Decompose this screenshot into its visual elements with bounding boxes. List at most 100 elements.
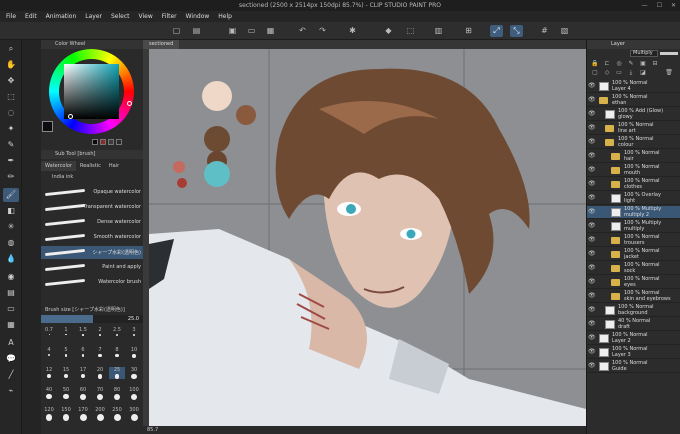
hide-selection-icon[interactable]: ▥ xyxy=(432,25,445,37)
brush-size-preset[interactable]: 100 xyxy=(126,387,142,401)
new-raster-icon[interactable]: ▢ xyxy=(591,69,599,76)
brush-size-preset[interactable]: 8 xyxy=(109,347,125,359)
brush-size-preset[interactable]: 12 xyxy=(41,367,57,379)
reference-icon[interactable]: ◎ xyxy=(615,60,623,67)
wand-icon[interactable]: ✦ xyxy=(3,122,19,136)
brush-size-preset[interactable]: 70 xyxy=(92,387,108,400)
close-icon[interactable]: ✕ xyxy=(671,0,676,11)
brush-item[interactable]: Opaque watercolor xyxy=(41,186,143,199)
visibility-eye-icon[interactable]: 👁 xyxy=(588,363,596,369)
brush-size-preset[interactable]: 10 xyxy=(126,347,142,359)
brush-size-preset[interactable]: 2 xyxy=(92,327,108,339)
grid-snap-icon[interactable]: # xyxy=(538,25,551,37)
maximize-icon[interactable]: ☐ xyxy=(657,0,662,11)
brush-size-preset[interactable]: 40 xyxy=(41,387,57,400)
correction-icon[interactable]: ⌁ xyxy=(3,384,19,398)
brush-size-preset[interactable]: 0.7 xyxy=(41,327,57,339)
brush-size-preset[interactable]: 170 xyxy=(75,407,91,421)
visibility-eye-icon[interactable]: 👁 xyxy=(588,321,596,327)
fill-icon[interactable]: ◆ xyxy=(382,25,395,37)
visibility-eye-icon[interactable]: 👁 xyxy=(588,251,596,257)
visibility-eye-icon[interactable]: 👁 xyxy=(588,125,596,131)
brush-size-preset[interactable]: 17 xyxy=(75,367,91,379)
layer-folder-row[interactable]: 👁 100 % Normal eyes xyxy=(587,276,680,289)
ruler-snap-icon[interactable]: ⤡ xyxy=(510,25,523,37)
open-icon[interactable]: ▤ xyxy=(190,25,203,37)
draft-icon[interactable]: ✎ xyxy=(627,60,635,67)
visibility-eye-icon[interactable]: 👁 xyxy=(588,209,596,215)
line-icon[interactable]: ╱ xyxy=(3,368,19,382)
opacity-slider[interactable] xyxy=(660,52,678,55)
brush-size-preset[interactable]: 1 xyxy=(58,327,74,339)
brush-size-preset[interactable]: 300 xyxy=(126,407,142,421)
menu-layer[interactable]: Layer xyxy=(85,11,102,22)
frame-icon[interactable]: ▦ xyxy=(3,318,19,332)
layer-folder-row[interactable]: 👁 100 % Normal skin and eyebrows xyxy=(587,290,680,303)
visibility-eye-icon[interactable]: 👁 xyxy=(588,167,596,173)
tab-watercolor[interactable]: Watercolor xyxy=(41,161,76,171)
brush-size-preset[interactable]: 7 xyxy=(92,347,108,359)
menu-animation[interactable]: Animation xyxy=(46,11,77,22)
brush-size-preset[interactable]: 2.5 xyxy=(109,327,125,339)
menu-window[interactable]: Window xyxy=(186,11,210,22)
visibility-eye-icon[interactable]: 👁 xyxy=(588,223,596,229)
layer-row[interactable]: 👁 100 % Multiply multiply 2 xyxy=(587,206,680,219)
visibility-eye-icon[interactable]: 👁 xyxy=(588,349,596,355)
eraser-icon[interactable]: ◧ xyxy=(3,204,19,218)
mask-icon[interactable]: ▣ xyxy=(639,60,647,67)
blend-mode-select[interactable]: Multiply xyxy=(630,50,658,57)
menu-view[interactable]: View xyxy=(139,11,153,22)
figure-icon[interactable]: ▭ xyxy=(3,302,19,316)
text-icon[interactable]: A xyxy=(3,336,19,350)
mask-add-icon[interactable]: ◪ xyxy=(639,69,647,76)
layer-row[interactable]: 👁 100 % Multiply multiply xyxy=(587,220,680,233)
color-wheel[interactable] xyxy=(49,49,134,134)
brush-item[interactable]: Paint and apply xyxy=(41,261,143,274)
selection-icon[interactable]: ⬚ xyxy=(3,90,19,104)
brush-icon[interactable]: 🖌 xyxy=(3,188,19,202)
document-tab[interactable]: sectioned xyxy=(143,40,180,49)
layer-folder-row[interactable]: 👁 100 % Normal jacket xyxy=(587,248,680,261)
visibility-eye-icon[interactable]: 👁 xyxy=(588,153,596,159)
layer-folder-row[interactable]: 👁 100 % Normal ethan xyxy=(587,94,680,107)
zoom-readout[interactable]: 85.7 xyxy=(147,427,158,433)
brush-size-slider[interactable]: 25.0 xyxy=(41,315,143,323)
vector-snap-icon[interactable]: ⤢ xyxy=(490,25,503,37)
airbrush-icon[interactable]: ◍ xyxy=(3,236,19,250)
visibility-eye-icon[interactable]: 👁 xyxy=(588,111,596,117)
brush-item[interactable]: Smooth watercolor xyxy=(41,231,143,244)
fill-tool-icon[interactable]: ◉ xyxy=(3,270,19,284)
decoration-icon[interactable]: ✳ xyxy=(3,220,19,234)
color-history-swatch[interactable] xyxy=(116,139,122,145)
menu-help[interactable]: Help xyxy=(218,11,232,22)
visibility-eye-icon[interactable]: 👁 xyxy=(588,97,596,103)
lasso-icon[interactable]: ◌ xyxy=(3,106,19,120)
current-color-swatch[interactable] xyxy=(42,121,53,132)
color-history-swatch[interactable] xyxy=(92,139,98,145)
layer-row[interactable]: 👁 100 % Normal background xyxy=(587,304,680,317)
balloon-icon[interactable]: 💬 xyxy=(3,352,19,366)
brush-size-preset[interactable]: 5 xyxy=(58,347,74,359)
visibility-eye-icon[interactable]: 👁 xyxy=(588,265,596,271)
transform-icon[interactable]: ⬚ xyxy=(404,25,417,37)
brush-size-preset[interactable]: 6 xyxy=(75,347,91,359)
brush-size-preset[interactable]: 4 xyxy=(41,347,57,359)
brush-item[interactable]: Transparent watercolor xyxy=(41,201,143,214)
menu-select[interactable]: Select xyxy=(111,11,130,22)
layer-folder-row[interactable]: 👁 100 % Normal clothes xyxy=(587,178,680,191)
merge-icon[interactable]: ⤓ xyxy=(627,69,635,76)
menu-edit[interactable]: Edit xyxy=(25,11,37,22)
india-ink-label[interactable]: India ink xyxy=(52,174,73,180)
new-folder-icon[interactable]: ▭ xyxy=(615,69,623,76)
layer-row[interactable]: 👁 100 % Normal Guide xyxy=(587,360,680,373)
visibility-eye-icon[interactable]: 👁 xyxy=(588,83,596,89)
menu-filter[interactable]: Filter xyxy=(162,11,177,22)
visibility-eye-icon[interactable]: 👁 xyxy=(588,195,596,201)
clear-icon[interactable]: ✱ xyxy=(346,25,359,37)
tab-realistic[interactable]: Realistic xyxy=(76,161,105,171)
eyedropper-icon[interactable]: ✎ xyxy=(3,138,19,152)
redo-icon[interactable]: ↷ xyxy=(316,25,329,37)
gradient-icon[interactable]: ▤ xyxy=(3,286,19,300)
layer-row[interactable]: 👁 40 % Normal draft xyxy=(587,318,680,331)
hand-icon[interactable]: ✋ xyxy=(3,58,19,72)
